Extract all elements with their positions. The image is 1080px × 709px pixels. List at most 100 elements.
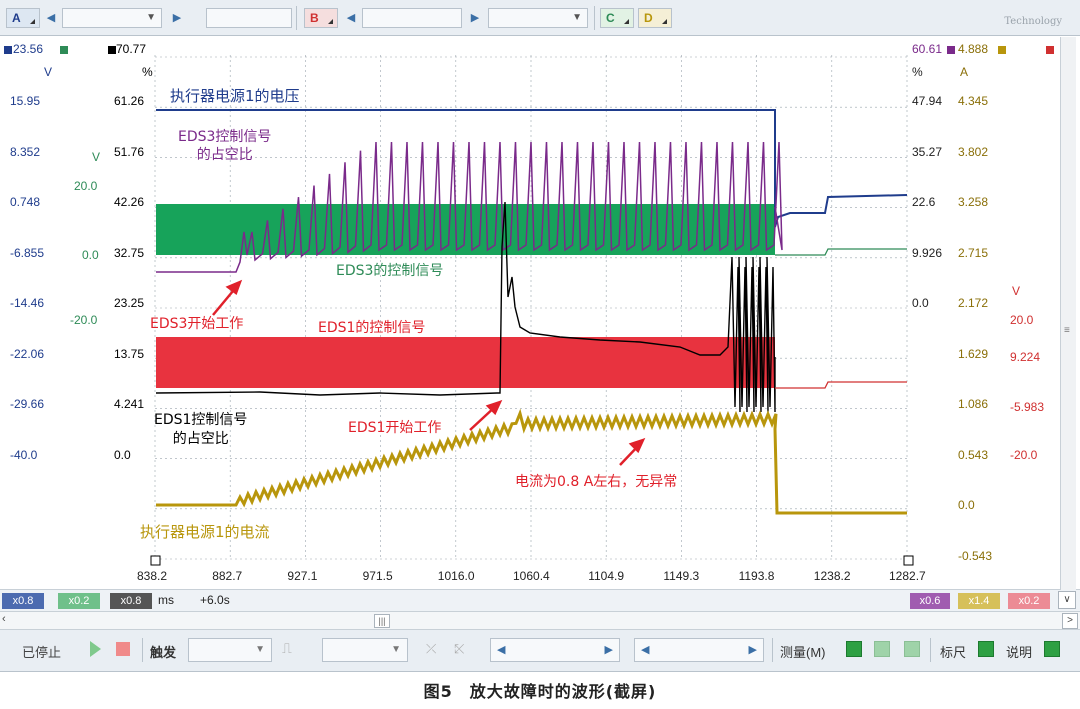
red-trace: [775, 381, 907, 389]
range-dropdown-a[interactable]: ▼: [62, 8, 162, 28]
vertical-scrollbar[interactable]: ≡: [1060, 37, 1076, 590]
axis-tick-label: 47.94: [912, 94, 943, 108]
scale-chip-red[interactable]: x0.2: [1008, 593, 1050, 609]
prev-arrow-icon[interactable]: ◀: [342, 8, 360, 28]
chevron-down-icon[interactable]: ∨: [1058, 591, 1076, 609]
next-arrow-icon: ▶: [604, 644, 613, 656]
left-axis-blue: 23.56 V 15.95 8.352 0.748 -6.855 -14.46 -22.0…: [0, 37, 80, 577]
right-axis-gold: 4.888 A 4.345 3.802 3.258 2.715 2.172 1.629 1.…: [958, 37, 1008, 577]
add-measure-icon[interactable]: [846, 641, 862, 657]
range-dropdown-b2[interactable]: ▼: [488, 8, 588, 28]
horizontal-scrollbar[interactable]: ‹ ||| >: [0, 612, 1080, 630]
corner-icon: [624, 19, 629, 24]
axis-tick-label: 23.25: [114, 296, 145, 310]
label-eds3-start: EDS3开始工作: [150, 316, 244, 332]
scroll-left-icon[interactable]: ‹: [2, 613, 6, 625]
channel-a-chip[interactable]: A: [6, 8, 40, 28]
axis-color-swatch: [947, 46, 955, 54]
green-trace: [775, 248, 907, 256]
axis-tick-label: -22.06: [10, 346, 45, 361]
axis-color-swatch: [1046, 46, 1054, 54]
help-label[interactable]: 说明: [1006, 642, 1032, 661]
control-divider: [142, 638, 143, 662]
axis-tick-label: 2.715: [958, 245, 989, 260]
channel-toolbar: A ◀ ▼ ▶ B ◀ ▶ ▼ C D Technology: [0, 0, 1080, 36]
measure-label[interactable]: 测量(M): [780, 642, 826, 661]
label-eds3-ctrl: EDS3的控制信号: [336, 263, 444, 279]
x-tick-label: 1282.7: [889, 569, 926, 583]
trigger-mode-dropdown[interactable]: ▼: [188, 638, 272, 662]
next-arrow-icon[interactable]: ▶: [466, 8, 484, 28]
axis-tick-label: -20.0: [1010, 448, 1038, 462]
axis-tick-label: 20.0: [74, 179, 98, 193]
chevron-down-icon: ▼: [146, 12, 156, 23]
axis-tick-label: 13.75: [114, 346, 145, 361]
axis-tick-label: 22.6: [912, 195, 936, 209]
x-tick-label: 1104.9: [588, 569, 624, 583]
play-icon[interactable]: [90, 641, 101, 657]
scope-plot-area[interactable]: 23.56 V 15.95 8.352 0.748 -6.855 -14.46 -22.0…: [0, 37, 1080, 590]
channel-d-chip[interactable]: D: [638, 8, 672, 28]
scale-chip-purple[interactable]: x0.6: [910, 593, 950, 609]
toolbar-divider: [296, 6, 297, 30]
chevron-down-icon: ▼: [255, 644, 265, 655]
axis-tick-label: 8.352: [10, 144, 41, 159]
right-axis2-top: 4.888: [958, 42, 989, 56]
axis-tick-label: -6.855: [10, 245, 45, 260]
axis-tick-label: -14.46: [10, 296, 45, 310]
trigger-edge-icon[interactable]: ⎍: [282, 640, 292, 657]
control-divider: [930, 638, 931, 662]
brand-watermark: Technology: [1004, 16, 1062, 27]
axis-color-swatch: [4, 46, 12, 54]
x-tick-label: 838.2: [137, 569, 168, 583]
pretrigger-field[interactable]: ◀ ▶: [490, 638, 620, 662]
left-axis2-unit: V: [92, 150, 101, 164]
remove-measure-icon[interactable]: [874, 641, 890, 657]
scroll-right-icon[interactable]: >: [1062, 613, 1078, 629]
axis-tick-label: -29.66: [10, 397, 45, 411]
axis-tick-label: 4.345: [958, 94, 989, 108]
range-dropdown-a2[interactable]: [206, 8, 292, 28]
channel-b-label: B: [310, 11, 319, 25]
channel-c-label: C: [606, 11, 615, 25]
delay-field[interactable]: ◀ ▶: [634, 638, 764, 662]
oscilloscope-window: A ◀ ▼ ▶ B ◀ ▶ ▼ C D Technology 23.56 V 1…: [0, 0, 1080, 709]
axis-tick-label: 0.0: [114, 447, 131, 462]
run-status: 已停止: [22, 645, 62, 660]
axis-tick-label: 32.75: [114, 245, 145, 260]
range-dropdown-b[interactable]: [362, 8, 462, 28]
axis-tick-label: 35.27: [912, 144, 943, 159]
trigger-source-dropdown[interactable]: ▼: [322, 638, 408, 662]
left-axis-black: 70.77 % 61.26 51.76 42.26 32.75 23.25 13.75 4.…: [108, 37, 158, 577]
next-arrow-icon[interactable]: ▶: [168, 8, 186, 28]
stop-icon[interactable]: [116, 642, 130, 656]
eds1-control-band: [156, 337, 775, 388]
time-unit: ms: [158, 593, 174, 607]
edge-rising-icon[interactable]: ⤫: [426, 641, 436, 657]
corner-icon: [328, 19, 333, 24]
axis-tick-label: 2.172: [958, 296, 989, 310]
ruler-label[interactable]: 标尺: [940, 642, 966, 661]
left-axis3-unit: %: [142, 65, 153, 79]
edge-falling-icon[interactable]: ⤪: [454, 641, 464, 657]
help-icon[interactable]: [1044, 641, 1060, 657]
scale-chip-black[interactable]: x0.8: [110, 593, 152, 609]
channel-d-label: D: [644, 11, 653, 25]
ruler-icon[interactable]: [978, 641, 994, 657]
scale-chip-green[interactable]: x0.2: [58, 593, 100, 609]
control-bar: 已停止 触发 ▼ ⎍ ▼ ⤫ ⤪ ◀ ▶ ◀ ▶ 测量(M) 标尺 说明: [0, 630, 1080, 672]
toolbar-divider: [594, 6, 595, 30]
prev-arrow-icon[interactable]: ◀: [42, 8, 60, 28]
edit-measure-icon[interactable]: [904, 641, 920, 657]
x-tick-label: 1193.8: [738, 569, 775, 583]
channel-c-chip[interactable]: C: [600, 8, 634, 28]
scale-chip-gold[interactable]: x1.4: [958, 593, 1000, 609]
x-tick-label: 1016.0: [437, 569, 475, 583]
channel-b-chip[interactable]: B: [304, 8, 338, 28]
left-axis-green: V 20.0 0.0 -20.0: [70, 37, 110, 577]
scale-chip-blue[interactable]: x0.8: [2, 593, 44, 609]
axis-tick-label: 9.224: [1010, 350, 1041, 364]
right-axis2-unit: A: [960, 65, 969, 79]
scroll-thumb[interactable]: |||: [374, 614, 390, 628]
axis-color-swatch: [60, 46, 68, 54]
